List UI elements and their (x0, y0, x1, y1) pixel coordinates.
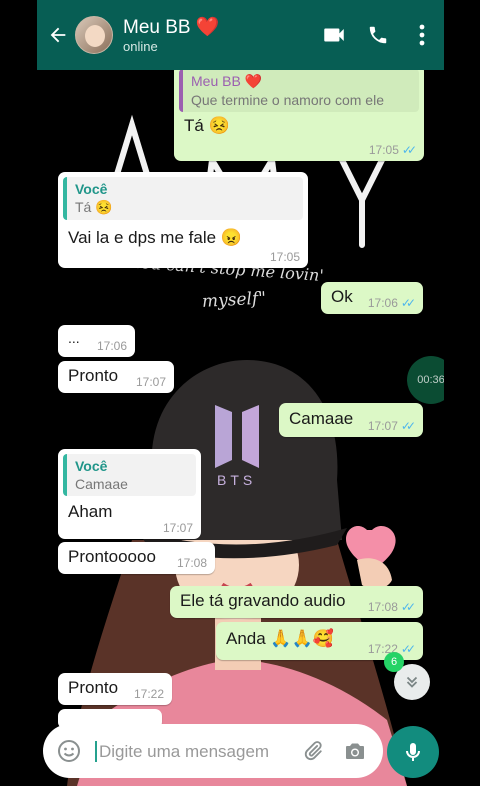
message-bubble-incoming[interactable]: Você Tá 😣 Vai la e dps me fale 😠 17:05 (58, 172, 308, 268)
message-time: 17:05 (269, 250, 300, 264)
message-time: 17:07 (367, 419, 398, 433)
video-camera-icon (324, 28, 344, 42)
voice-record-button[interactable] (387, 726, 439, 778)
message-bubble-outgoing[interactable]: Meu BB ❤️ Que termine o namoro com ele T… (174, 64, 424, 161)
message-bubble-incoming[interactable]: Pronto 17:22 (58, 673, 172, 705)
message-time: 17:08 (176, 556, 207, 570)
whatsapp-chat-screen: You can't stop me lovin' myself" BTS Meu… (37, 0, 444, 786)
emoji-icon (58, 740, 80, 762)
message-bubble-incoming[interactable]: Pronto 17:07 (58, 361, 174, 393)
arrow-left-icon (50, 27, 66, 43)
contact-status: online (123, 38, 158, 54)
quoted-text: Tá 😣 (75, 199, 113, 215)
more-options-button[interactable] (400, 13, 444, 57)
wallpaper-script-line2: myself" (202, 288, 267, 311)
message-time: 17:06 (367, 296, 398, 310)
double-check-icon: ✓✓ (400, 600, 416, 614)
quoted-message[interactable]: Você Tá 😣 (63, 177, 303, 220)
double-check-icon: ✓✓ (400, 642, 416, 656)
message-time: 17:05 (368, 143, 399, 157)
quoted-author: Você (75, 181, 108, 197)
kebab-menu-icon (419, 24, 425, 46)
message-composer: Digite uma mensagem (43, 724, 383, 778)
paperclip-icon (304, 741, 322, 761)
message-meta: 17:06 ✓✓ (367, 296, 416, 310)
wallpaper-cap-logo: BTS (217, 472, 256, 488)
message-time: 17:06 (96, 339, 127, 353)
message-time: 17:08 (367, 600, 398, 614)
contact-info[interactable]: Meu BB ❤️ online (123, 17, 312, 54)
message-bubble-incoming[interactable]: Prontooooo 17:08 (58, 542, 215, 574)
message-meta: 17:07 ✓✓ (367, 419, 416, 433)
message-time: 17:22 (133, 687, 164, 701)
message-meta: 17:05 (270, 250, 300, 264)
quoted-text: Que termine o namoro com ele (191, 92, 384, 108)
message-bubble-outgoing[interactable]: Camaae 17:07 ✓✓ (279, 403, 423, 437)
unread-count-badge: 6 (384, 652, 404, 672)
message-bubble-outgoing[interactable]: Ele tá gravando audio 17:08 ✓✓ (170, 586, 423, 618)
double-check-icon: ✓✓ (401, 143, 417, 157)
contact-avatar[interactable] (75, 16, 113, 54)
message-meta: 17:22 (134, 687, 164, 701)
message-meta: 17:08 (177, 556, 207, 570)
message-meta: 17:06 (97, 339, 127, 353)
quoted-author: Você (75, 458, 108, 474)
message-text: Vai la e dps me fale 😠 (68, 228, 242, 247)
quoted-message[interactable]: Você Camaae (63, 454, 196, 496)
video-call-button[interactable] (312, 13, 356, 57)
message-text: Tá 😣 (184, 116, 230, 135)
message-meta: 17:07 (163, 521, 193, 535)
message-meta: 17:07 (136, 375, 166, 389)
message-meta: 17:08 ✓✓ (367, 600, 416, 614)
message-bubble-outgoing[interactable]: Ok 17:06 ✓✓ (321, 282, 423, 314)
quoted-author: Meu BB ❤️ (191, 73, 263, 89)
message-bubble-incoming[interactable]: ... 17:06 (58, 325, 135, 357)
voice-message-indicator[interactable]: 00:36 (407, 356, 444, 404)
message-input[interactable]: Digite uma mensagem (95, 740, 275, 762)
quoted-message[interactable]: Meu BB ❤️ Que termine o namoro com ele (179, 69, 419, 112)
double-chevron-down-icon (406, 676, 418, 688)
message-time: 17:07 (135, 375, 166, 389)
emoji-button[interactable] (47, 729, 91, 773)
voice-call-button[interactable] (356, 13, 400, 57)
camera-icon (346, 743, 364, 759)
message-bubble-incoming[interactable]: Você Camaae Aham 17:07 (58, 449, 201, 539)
attach-button[interactable] (293, 729, 333, 773)
contact-name: Meu BB ❤️ (123, 16, 220, 38)
back-button[interactable] (43, 15, 73, 55)
phone-icon (369, 26, 387, 44)
message-meta: 17:05 ✓✓ (368, 143, 417, 157)
double-check-icon: ✓✓ (400, 296, 416, 310)
double-check-icon: ✓✓ (400, 419, 416, 433)
microphone-icon (406, 743, 420, 761)
camera-button[interactable] (333, 729, 377, 773)
quoted-text: Camaae (75, 476, 128, 492)
message-time: 17:07 (162, 521, 193, 535)
chat-header: Meu BB ❤️ online (37, 0, 444, 70)
